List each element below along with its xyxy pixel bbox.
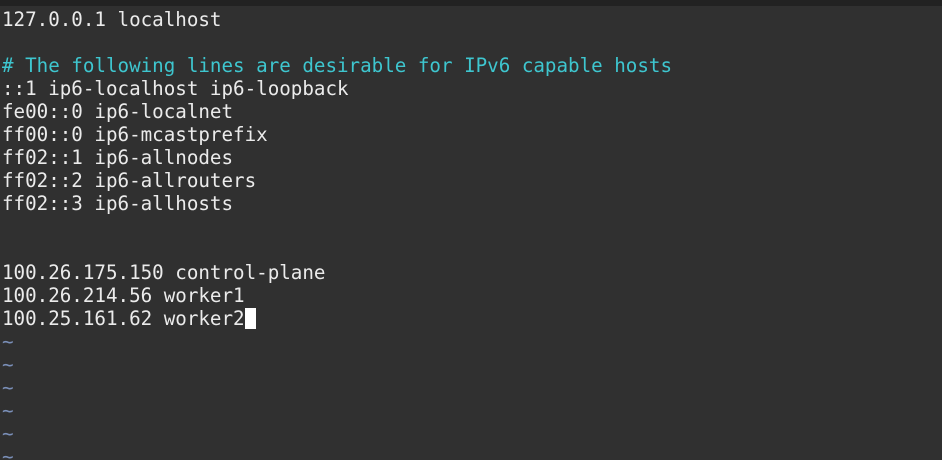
line-text: ff00::0 ip6-mcastprefix <box>2 123 268 146</box>
buffer-line[interactable]: ff02::2 ip6-allrouters <box>2 169 672 192</box>
empty-line-tilde[interactable]: ~ <box>2 353 672 376</box>
empty-line-tilde[interactable]: ~ <box>2 399 672 422</box>
empty-line-tilde[interactable]: ~ <box>2 330 672 353</box>
line-text: ff02::3 ip6-allhosts <box>2 192 234 215</box>
line-text: ff02::2 ip6-allrouters <box>2 169 257 192</box>
empty-line-tilde[interactable]: ~ <box>2 376 672 399</box>
line-text: ~ <box>2 422 14 445</box>
buffer-line[interactable]: ::1 ip6-localhost ip6-loopback <box>2 77 672 100</box>
line-text: ~ <box>2 399 14 422</box>
line-text: ff02::1 ip6-allnodes <box>2 146 234 169</box>
empty-line-tilde[interactable]: ~ <box>2 445 672 460</box>
line-text: 127.0.0.1 localhost <box>2 8 222 31</box>
line-text: 100.26.175.150 control-plane <box>2 261 326 284</box>
line-text: 100.25.161.62 worker2 <box>2 307 245 330</box>
line-text: ~ <box>2 330 14 353</box>
buffer-line[interactable]: 127.0.0.1 localhost <box>2 8 672 31</box>
buffer-line[interactable]: 100.26.214.56 worker1 <box>2 284 672 307</box>
buffer-line[interactable]: ff02::3 ip6-allhosts <box>2 192 672 215</box>
line-text: fe00::0 ip6-localnet <box>2 100 234 123</box>
line-text: 100.26.214.56 worker1 <box>2 284 245 307</box>
buffer-line[interactable]: ff00::0 ip6-mcastprefix <box>2 123 672 146</box>
window-top-border <box>0 0 942 6</box>
comment-line[interactable]: # The following lines are desirable for … <box>2 54 672 77</box>
line-text: ~ <box>2 353 14 376</box>
buffer-line[interactable]: ff02::1 ip6-allnodes <box>2 146 672 169</box>
text-cursor <box>244 308 256 329</box>
line-text: # The following lines are desirable for … <box>2 54 673 77</box>
vim-editor-buffer[interactable]: 127.0.0.1 localhost # The following lines… <box>2 8 672 460</box>
line-text: ~ <box>2 445 14 460</box>
buffer-line[interactable] <box>2 31 672 54</box>
buffer-line[interactable]: 100.25.161.62 worker2 <box>2 307 672 330</box>
line-text: ::1 ip6-localhost ip6-loopback <box>2 77 349 100</box>
empty-line-tilde[interactable]: ~ <box>2 422 672 445</box>
line-text: ~ <box>2 376 14 399</box>
buffer-line[interactable] <box>2 238 672 261</box>
buffer-line[interactable] <box>2 215 672 238</box>
buffer-line[interactable]: 100.26.175.150 control-plane <box>2 261 672 284</box>
buffer-line[interactable]: fe00::0 ip6-localnet <box>2 100 672 123</box>
terminal-window[interactable]: 127.0.0.1 localhost # The following lines… <box>0 0 942 460</box>
